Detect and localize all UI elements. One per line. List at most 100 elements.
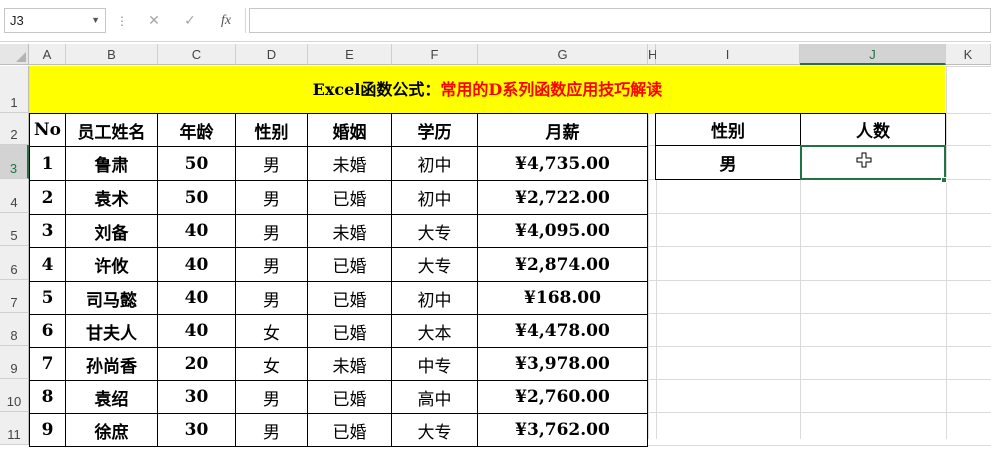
table-cell[interactable]: 大专: [391, 413, 478, 447]
table-cell[interactable]: 未婚: [307, 146, 392, 181]
table-cell[interactable]: 大本: [391, 314, 478, 348]
fill-handle[interactable]: [941, 177, 947, 183]
table-cell[interactable]: 女: [235, 347, 308, 381]
table-cell[interactable]: 4: [29, 247, 66, 282]
table-cell[interactable]: 1: [29, 146, 66, 181]
row-header-9[interactable]: 9: [0, 346, 29, 379]
table-header-cell[interactable]: 年龄: [157, 113, 236, 147]
table-cell[interactable]: ¥2,874.00: [477, 247, 648, 282]
table-cell[interactable]: 初中: [391, 146, 478, 181]
table-cell[interactable]: 中专: [391, 347, 478, 381]
row-header-6[interactable]: 6: [0, 246, 29, 280]
table-cell[interactable]: 孙尚香: [65, 347, 158, 381]
column-header-h[interactable]: H: [648, 44, 657, 65]
table-cell[interactable]: ¥3,978.00: [477, 347, 648, 381]
table-cell[interactable]: 大专: [391, 214, 478, 248]
table-cell[interactable]: 高中: [391, 380, 478, 414]
select-all-button[interactable]: [0, 44, 29, 65]
table-header-cell[interactable]: 学历: [391, 113, 478, 147]
column-header-j[interactable]: J: [800, 44, 946, 65]
table-cell[interactable]: 未婚: [307, 214, 392, 248]
column-header-d[interactable]: D: [236, 44, 308, 65]
active-cell-selection[interactable]: [800, 145, 946, 180]
column-header-g[interactable]: G: [478, 44, 648, 65]
row-header-10[interactable]: 10: [0, 379, 29, 412]
table-cell[interactable]: 初中: [391, 281, 478, 315]
name-box[interactable]: J3 ▼: [4, 8, 106, 33]
table-cell[interactable]: 已婚: [307, 247, 392, 282]
table-header-cell[interactable]: 月薪: [477, 113, 648, 147]
table-cell[interactable]: ¥168.00: [477, 281, 648, 315]
table-cell[interactable]: 男: [235, 180, 308, 215]
table-cell[interactable]: 男: [235, 380, 308, 414]
table-cell[interactable]: 许攸: [65, 247, 158, 282]
table-cell[interactable]: 未婚: [307, 347, 392, 381]
table-cell[interactable]: 5: [29, 281, 66, 315]
column-header-a[interactable]: A: [29, 44, 66, 65]
chevron-down-icon[interactable]: ▼: [91, 9, 100, 32]
table-cell[interactable]: 3: [29, 214, 66, 248]
row-header-5[interactable]: 5: [0, 213, 29, 246]
row-header-3[interactable]: 3: [0, 145, 29, 179]
table-cell[interactable]: 男: [235, 247, 308, 282]
table-cell[interactable]: ¥4,095.00: [477, 214, 648, 248]
row-header-4[interactable]: 4: [0, 179, 29, 213]
column-header-b[interactable]: B: [66, 44, 158, 65]
table-cell[interactable]: 40: [157, 247, 236, 282]
column-header-k[interactable]: K: [946, 44, 991, 65]
table-cell[interactable]: 已婚: [307, 180, 392, 215]
table-header-cell[interactable]: No: [29, 113, 66, 147]
table-cell[interactable]: 司马懿: [65, 281, 158, 315]
column-header-f[interactable]: F: [392, 44, 478, 65]
table-cell[interactable]: 40: [157, 214, 236, 248]
table-cell[interactable]: 30: [157, 380, 236, 414]
row-header-8[interactable]: 8: [0, 313, 29, 346]
row-header-11[interactable]: 11: [0, 412, 29, 445]
table-cell[interactable]: 已婚: [307, 281, 392, 315]
table-header-cell[interactable]: 婚姻: [307, 113, 392, 147]
table-cell[interactable]: 2: [29, 180, 66, 215]
formula-input[interactable]: [249, 8, 991, 33]
table-cell[interactable]: 袁术: [65, 180, 158, 215]
table-cell[interactable]: 刘备: [65, 214, 158, 248]
table-cell[interactable]: 男: [235, 146, 308, 181]
table-cell[interactable]: ¥2,760.00: [477, 380, 648, 414]
table-cell[interactable]: 已婚: [307, 413, 392, 447]
insert-function-button[interactable]: fx: [214, 10, 238, 32]
table-cell[interactable]: 徐庶: [65, 413, 158, 447]
table-cell[interactable]: ¥3,762.00: [477, 413, 648, 447]
table-cell[interactable]: 6: [29, 314, 66, 348]
table-cell[interactable]: 男: [235, 281, 308, 315]
table-cell[interactable]: ¥4,478.00: [477, 314, 648, 348]
criteria-header-count[interactable]: 人数: [800, 113, 946, 146]
table-cell[interactable]: ¥4,735.00: [477, 146, 648, 181]
table-cell[interactable]: 9: [29, 413, 66, 447]
criteria-header-gender[interactable]: 性别: [655, 113, 801, 146]
table-cell[interactable]: 初中: [391, 180, 478, 215]
table-cell[interactable]: 鲁肃: [65, 146, 158, 181]
sheet-title[interactable]: Excel函数公式：常用的D系列函数应用技巧解读: [30, 66, 945, 113]
enter-icon[interactable]: ✓: [178, 10, 202, 32]
more-options-icon[interactable]: ⋮: [116, 12, 128, 30]
table-cell[interactable]: 女: [235, 314, 308, 348]
table-header-cell[interactable]: 性别: [235, 113, 308, 147]
table-cell[interactable]: 已婚: [307, 380, 392, 414]
table-cell[interactable]: 大专: [391, 247, 478, 282]
table-cell[interactable]: 7: [29, 347, 66, 381]
table-cell[interactable]: 30: [157, 413, 236, 447]
column-header-c[interactable]: C: [158, 44, 236, 65]
column-header-i[interactable]: I: [656, 44, 800, 65]
table-header-cell[interactable]: 员工姓名: [65, 113, 158, 147]
cancel-icon[interactable]: ✕: [142, 10, 166, 32]
table-cell[interactable]: 20: [157, 347, 236, 381]
table-cell[interactable]: 男: [235, 413, 308, 447]
criteria-gender-cell[interactable]: 男: [655, 145, 801, 180]
row-header-2[interactable]: 2: [0, 113, 29, 145]
row-header-7[interactable]: 7: [0, 280, 29, 313]
table-cell[interactable]: 50: [157, 146, 236, 181]
table-cell[interactable]: 40: [157, 281, 236, 315]
column-header-e[interactable]: E: [308, 44, 392, 65]
table-cell[interactable]: 甘夫人: [65, 314, 158, 348]
row-header-1[interactable]: 1: [0, 66, 29, 113]
table-cell[interactable]: 40: [157, 314, 236, 348]
